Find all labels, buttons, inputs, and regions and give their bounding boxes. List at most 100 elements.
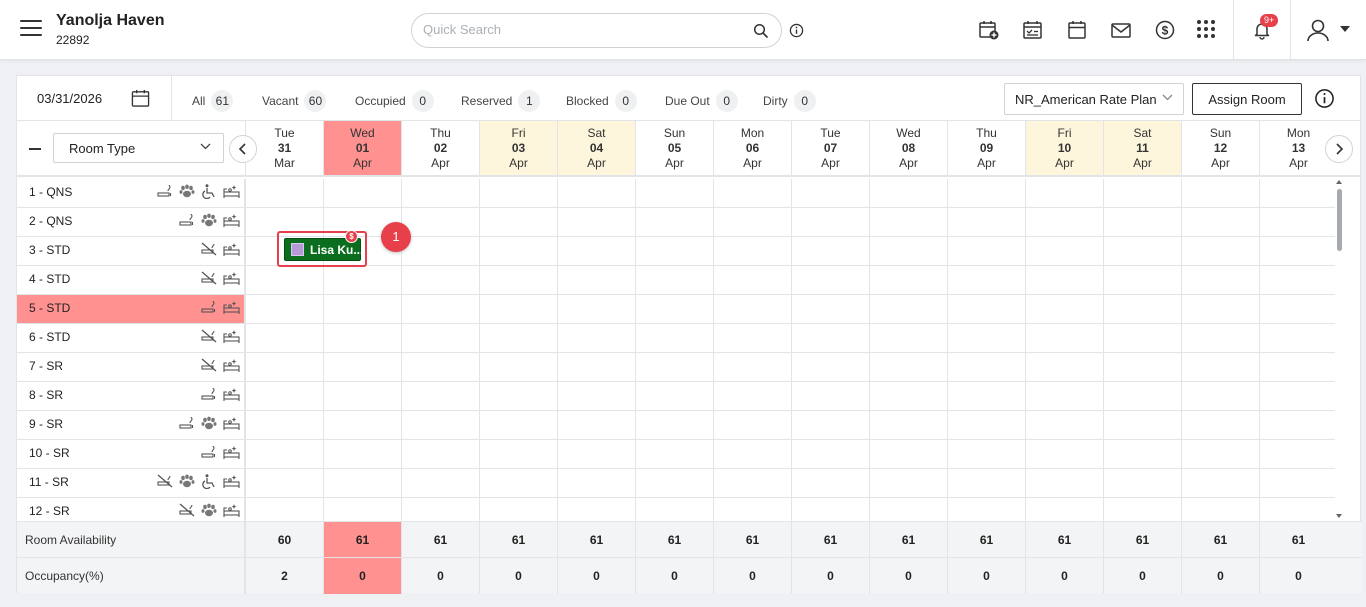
mail-icon[interactable] bbox=[1110, 19, 1132, 41]
grid-cell[interactable] bbox=[791, 469, 869, 497]
grid-cell[interactable] bbox=[947, 179, 1025, 207]
room-label[interactable]: 3 - STD bbox=[17, 237, 245, 265]
grid-cell[interactable] bbox=[947, 295, 1025, 323]
grid-cell[interactable] bbox=[791, 237, 869, 265]
room-label[interactable]: 6 - STD bbox=[17, 324, 245, 352]
grid-cell[interactable] bbox=[635, 266, 713, 294]
menu-icon[interactable] bbox=[20, 20, 42, 38]
grid-cell[interactable] bbox=[1103, 237, 1181, 265]
grid-cell[interactable] bbox=[323, 179, 401, 207]
grid-cell[interactable] bbox=[401, 266, 479, 294]
apps-grid-icon[interactable] bbox=[1196, 19, 1216, 39]
scrollbar-thumb[interactable] bbox=[1337, 189, 1342, 251]
grid-cell[interactable] bbox=[323, 353, 401, 381]
grid-cell[interactable] bbox=[791, 411, 869, 439]
grid-cell[interactable] bbox=[557, 382, 635, 410]
grid-cell[interactable] bbox=[869, 237, 947, 265]
grid-cell[interactable] bbox=[947, 440, 1025, 468]
grid-cell[interactable] bbox=[479, 295, 557, 323]
grid-cell[interactable] bbox=[245, 179, 323, 207]
grid-cell[interactable] bbox=[1259, 179, 1335, 207]
filter-chip-blocked[interactable]: Blocked 0 bbox=[566, 90, 637, 112]
grid-cell[interactable] bbox=[1181, 353, 1259, 381]
grid-cell[interactable] bbox=[1181, 266, 1259, 294]
grid-cell[interactable] bbox=[713, 469, 791, 497]
grid-cell[interactable] bbox=[791, 266, 869, 294]
grid-cell[interactable] bbox=[1181, 208, 1259, 236]
grid-cell[interactable] bbox=[791, 208, 869, 236]
grid-cell[interactable] bbox=[401, 353, 479, 381]
grid-cell[interactable] bbox=[557, 469, 635, 497]
grid-cell[interactable] bbox=[1103, 295, 1181, 323]
grid-cell[interactable] bbox=[323, 469, 401, 497]
grid-cell[interactable] bbox=[401, 179, 479, 207]
grid-cell[interactable] bbox=[245, 266, 323, 294]
grid-cell[interactable] bbox=[713, 179, 791, 207]
grid-cell[interactable] bbox=[1103, 179, 1181, 207]
grid-cell[interactable] bbox=[557, 266, 635, 294]
filter-chip-reserved[interactable]: Reserved 1 bbox=[461, 90, 541, 112]
grid-cell[interactable] bbox=[791, 179, 869, 207]
room-label[interactable]: 11 - SR bbox=[17, 469, 245, 497]
grid-cell[interactable] bbox=[401, 295, 479, 323]
grid-cell[interactable] bbox=[713, 440, 791, 468]
grid-cell[interactable] bbox=[479, 237, 557, 265]
rate-plan-select[interactable]: NR_American Rate Plan bbox=[1004, 83, 1184, 115]
grid-cell[interactable] bbox=[1025, 266, 1103, 294]
search-input[interactable] bbox=[423, 22, 743, 37]
grid-cell[interactable] bbox=[245, 353, 323, 381]
grid-cell[interactable] bbox=[635, 208, 713, 236]
grid-cell[interactable] bbox=[869, 295, 947, 323]
filter-chip-all[interactable]: All 61 bbox=[192, 90, 234, 112]
grid-cell[interactable] bbox=[1025, 469, 1103, 497]
room-label[interactable]: 10 - SR bbox=[17, 440, 245, 468]
grid-cell[interactable] bbox=[1181, 440, 1259, 468]
calendar-icon[interactable] bbox=[131, 89, 150, 108]
grid-cell[interactable] bbox=[791, 353, 869, 381]
grid-cell[interactable] bbox=[557, 208, 635, 236]
filter-chip-dirty[interactable]: Dirty 0 bbox=[763, 90, 816, 112]
room-label[interactable]: 4 - STD bbox=[17, 266, 245, 294]
grid-cell[interactable] bbox=[635, 237, 713, 265]
grid-cell[interactable] bbox=[1103, 382, 1181, 410]
assign-room-button[interactable]: Assign Room bbox=[1192, 83, 1302, 115]
info-icon[interactable] bbox=[1314, 88, 1335, 109]
date-field[interactable]: 03/31/2026 bbox=[37, 91, 102, 106]
grid-cell[interactable] bbox=[635, 440, 713, 468]
grid-cell[interactable] bbox=[713, 295, 791, 323]
grid-cell[interactable] bbox=[869, 324, 947, 352]
grid-cell[interactable] bbox=[635, 353, 713, 381]
grid-cell[interactable] bbox=[947, 237, 1025, 265]
grid-cell[interactable] bbox=[479, 179, 557, 207]
grid-cell[interactable] bbox=[1103, 469, 1181, 497]
grid-cell[interactable] bbox=[401, 440, 479, 468]
grid-cell[interactable] bbox=[1181, 469, 1259, 497]
grid-cell[interactable] bbox=[479, 208, 557, 236]
grid-cell[interactable] bbox=[869, 266, 947, 294]
dollar-icon[interactable]: $ bbox=[1154, 19, 1176, 41]
grid-cell[interactable] bbox=[791, 382, 869, 410]
grid-cell[interactable] bbox=[869, 179, 947, 207]
grid-cell[interactable] bbox=[713, 382, 791, 410]
grid-cell[interactable] bbox=[635, 498, 713, 521]
grid-cell[interactable] bbox=[1181, 411, 1259, 439]
grid-cell[interactable] bbox=[635, 411, 713, 439]
grid-cell[interactable] bbox=[1259, 469, 1335, 497]
grid-cell[interactable] bbox=[869, 353, 947, 381]
grid-cell[interactable] bbox=[479, 353, 557, 381]
room-label[interactable]: 9 - SR bbox=[17, 411, 245, 439]
grid-cell[interactable] bbox=[635, 469, 713, 497]
search-icon[interactable] bbox=[753, 23, 769, 39]
grid-cell[interactable] bbox=[401, 469, 479, 497]
grid-cell[interactable] bbox=[947, 498, 1025, 521]
grid-cell[interactable] bbox=[1025, 498, 1103, 521]
grid-cell[interactable] bbox=[1259, 295, 1335, 323]
grid-cell[interactable] bbox=[323, 382, 401, 410]
grid-cell[interactable] bbox=[635, 295, 713, 323]
grid-cell[interactable] bbox=[1103, 353, 1181, 381]
grid-cell[interactable] bbox=[479, 498, 557, 521]
room-label[interactable]: 7 - SR bbox=[17, 353, 245, 381]
room-label[interactable]: 2 - QNS bbox=[17, 208, 245, 236]
grid-cell[interactable] bbox=[479, 440, 557, 468]
grid-cell[interactable] bbox=[947, 411, 1025, 439]
